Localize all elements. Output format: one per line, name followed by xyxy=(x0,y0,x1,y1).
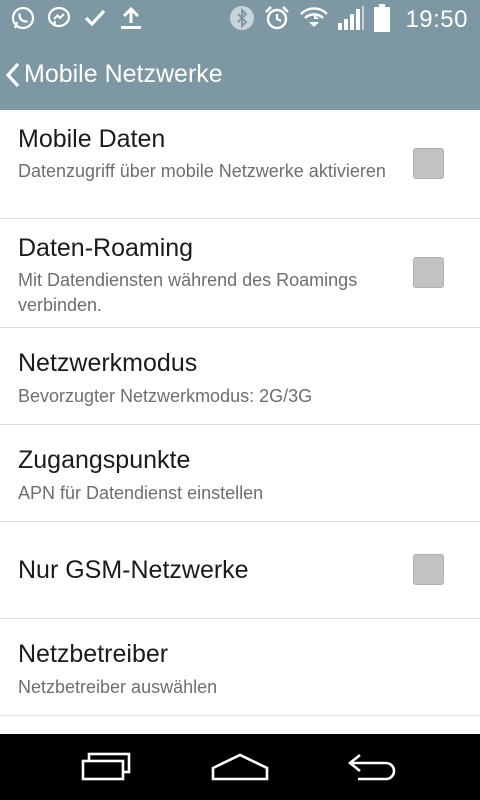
setting-title: Netzbetreiber xyxy=(18,640,169,668)
whatsapp-icon xyxy=(10,5,36,36)
navigation-bar xyxy=(0,734,480,800)
signal-icon xyxy=(337,5,365,36)
status-bar: 19:50 xyxy=(0,0,480,40)
setting-netzbetreiber[interactable]: Netzbetreiber Netzbetreiber auswählen xyxy=(0,619,480,716)
app-bar: Mobile Netzwerke xyxy=(0,40,480,110)
setting-subtitle: Mit Datendiensten während des Roamings v… xyxy=(18,270,358,315)
setting-title: Zugangspunkte xyxy=(18,446,191,474)
home-icon[interactable] xyxy=(200,746,280,788)
setting-mobile-daten[interactable]: Mobile Daten Datenzugriff über mobile Ne… xyxy=(0,110,480,219)
wifi-icon xyxy=(299,5,329,36)
setting-subtitle: Datenzugriff über mobile Netzwerke aktiv… xyxy=(18,161,386,181)
setting-zugangspunkte[interactable]: Zugangspunkte APN für Datendienst einste… xyxy=(0,425,480,522)
back-icon[interactable] xyxy=(334,746,414,788)
setting-subtitle: APN für Datendienst einstellen xyxy=(18,483,264,503)
checkmark-icon xyxy=(82,5,108,36)
setting-subtitle: Bevorzugter Netzwerkmodus: 2G/3G xyxy=(18,386,313,406)
setting-daten-roaming[interactable]: Daten-Roaming Mit Datendiensten während … xyxy=(0,219,480,328)
page-title[interactable]: Mobile Netzwerke xyxy=(24,60,223,89)
battery-icon xyxy=(373,3,391,37)
recent-apps-icon[interactable] xyxy=(66,746,146,788)
daten-roaming-checkbox[interactable] xyxy=(413,257,444,288)
setting-subtitle: Netzbetreiber auswählen xyxy=(18,677,218,697)
setting-title: Mobile Daten xyxy=(18,125,166,153)
setting-netzwerkmodus[interactable]: Netzwerkmodus Bevorzugter Netzwerkmodus:… xyxy=(0,328,480,425)
setting-nur-gsm[interactable]: Nur GSM-Netzwerke xyxy=(0,522,480,619)
setting-title: Daten-Roaming xyxy=(18,234,194,262)
settings-list: Mobile Daten Datenzugriff über mobile Ne… xyxy=(0,110,480,734)
setting-title: Netzwerkmodus xyxy=(18,349,198,377)
bluetooth-icon xyxy=(229,5,255,36)
nur-gsm-checkbox[interactable] xyxy=(413,554,444,585)
messenger-icon xyxy=(46,5,72,36)
alarm-icon xyxy=(263,4,291,37)
system-icons: 19:50 xyxy=(229,3,468,37)
download-icon xyxy=(118,5,144,36)
mobile-daten-checkbox[interactable] xyxy=(413,148,444,179)
chevron-left-icon[interactable] xyxy=(2,58,26,92)
notification-icons xyxy=(10,6,144,34)
setting-title: Nur GSM-Netzwerke xyxy=(18,556,249,584)
status-time: 19:50 xyxy=(405,6,468,33)
